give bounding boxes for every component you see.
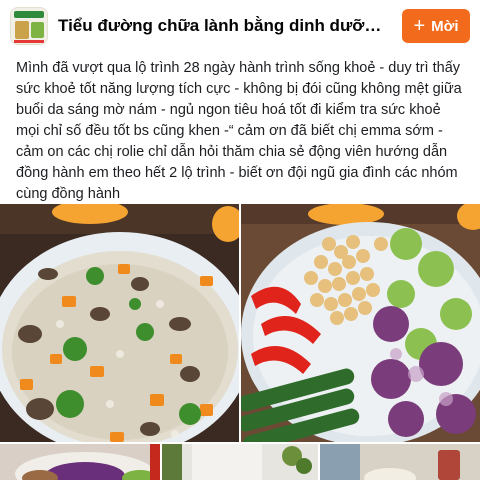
kitchen-photo[interactable] bbox=[162, 444, 318, 480]
group-title[interactable]: Tiểu đường chữa lành bằng dinh dưỡng và … bbox=[58, 16, 390, 36]
salad-photo[interactable] bbox=[241, 204, 480, 442]
post-text: Mình đã vượt qua lộ trình 28 ngày hành t… bbox=[16, 60, 462, 202]
drink-photo[interactable] bbox=[320, 444, 480, 480]
purple-cabbage-photo[interactable] bbox=[0, 444, 160, 480]
group-avatar[interactable] bbox=[10, 7, 48, 45]
invite-button[interactable]: + Mời bbox=[402, 9, 470, 43]
photo-grid bbox=[0, 204, 480, 480]
porridge-photo[interactable] bbox=[0, 204, 239, 442]
invite-button-label: Mời bbox=[431, 17, 459, 35]
group-header: Tiểu đường chữa lành bằng dinh dưỡng và … bbox=[0, 0, 480, 52]
plus-icon: + bbox=[413, 15, 426, 37]
